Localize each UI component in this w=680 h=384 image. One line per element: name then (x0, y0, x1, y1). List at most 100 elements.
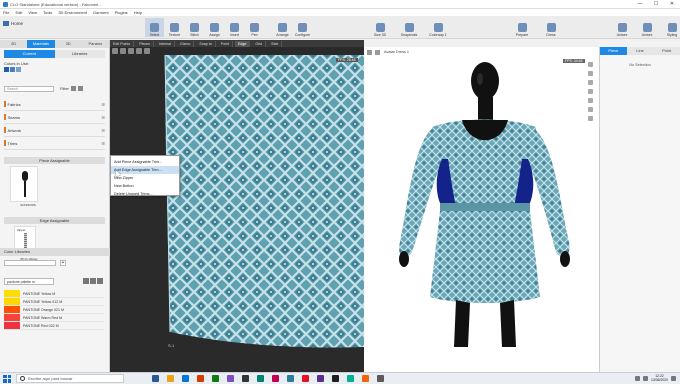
tab-piece[interactable]: Piece (600, 47, 627, 55)
menu-plugins[interactable]: Plugins (115, 10, 128, 15)
side-button[interactable]: Side (268, 40, 283, 47)
stitch-tool[interactable]: Stitch (185, 18, 204, 37)
menu-item-new-zipper[interactable]: New Zipper (111, 174, 179, 182)
view-tool-icon[interactable] (588, 89, 593, 94)
2d-pattern-window[interactable]: S-1 (110, 47, 364, 372)
tab-current[interactable]: Current (4, 50, 55, 58)
pattern-canvas[interactable]: S-1 (110, 47, 364, 372)
pattern-icon[interactable] (112, 48, 118, 54)
section-artwork[interactable]: Artwork ☰ (4, 124, 105, 137)
taskbar-app-icon[interactable] (287, 375, 294, 382)
grid-view-icon[interactable] (77, 86, 83, 91)
view-tool-icon[interactable] (588, 107, 593, 112)
tab-2d[interactable]: 2D (0, 40, 27, 48)
taskbar-search[interactable]: Escribe aquí para buscar (16, 374, 124, 383)
3d-garment-window[interactable] (364, 47, 599, 372)
menu-garment[interactable]: Garment (93, 10, 109, 15)
menu-item-delete-unused-trims[interactable]: Delete Unused Trims... (111, 190, 179, 198)
color-swatch[interactable] (10, 67, 15, 72)
avatar-canvas[interactable] (364, 47, 599, 372)
taskbar-app-icon[interactable] (347, 375, 354, 382)
list-item[interactable]: PANTONE Red 032 M (4, 322, 104, 330)
menu-tools[interactable]: Tools (43, 10, 52, 15)
list-view-icon[interactable] (70, 86, 76, 91)
pattern-piece[interactable] (165, 55, 364, 348)
point-button[interactable]: Point (218, 40, 233, 47)
notifications-icon[interactable] (671, 375, 676, 381)
pieces-button[interactable]: Pieces (136, 40, 154, 47)
color-library-dropdown[interactable] (4, 260, 56, 266)
taskbar-app-icon[interactable] (332, 375, 339, 382)
clock[interactable]: 12:22 13/06/2020 (651, 374, 668, 382)
view-tool-icon[interactable] (588, 98, 593, 103)
tab-params[interactable]: Params (82, 40, 109, 48)
pattern-icon[interactable] (144, 48, 150, 54)
snapshots-tool[interactable]: Snapshots (395, 18, 423, 37)
grid-view-icon[interactable] (97, 278, 103, 284)
avatar-name[interactable]: Avatar Dress 1 (384, 50, 409, 54)
list-item[interactable]: PANTONE Yellow 012 M (4, 298, 104, 306)
windows-start-icon[interactable] (3, 374, 11, 383)
taskbar-app-icon[interactable] (167, 375, 174, 382)
section-seams[interactable]: Seams ☰ (4, 111, 105, 124)
add-library-button[interactable]: + (60, 260, 66, 266)
gizmo-button[interactable]: Gizmo (177, 40, 195, 47)
arrange-tool[interactable]: Arrange (273, 18, 292, 37)
internal-button[interactable]: Internal (156, 40, 175, 47)
menu-help[interactable]: Help (134, 10, 142, 15)
view-tool-icon[interactable] (588, 71, 593, 76)
search-icon[interactable] (83, 278, 89, 284)
taskbar-app-icon[interactable] (317, 375, 324, 382)
minimize-button[interactable]: — (632, 0, 648, 9)
tab-libraries[interactable]: Libraries (55, 50, 106, 58)
section-fabrics[interactable]: Fabrics ☰ (4, 98, 105, 111)
edge-button[interactable]: Edge (234, 40, 251, 47)
taskbar-app-icon[interactable] (377, 375, 384, 382)
view-icon[interactable] (375, 49, 380, 55)
taskbar-app-icon[interactable] (242, 375, 249, 382)
list-item[interactable]: PANTONE Warm Red M (4, 314, 104, 322)
unisex-tool-2[interactable]: Unisex (635, 18, 659, 37)
colorway-selector[interactable]: Colorway 1 (424, 18, 452, 37)
texture-tool[interactable]: Texture (165, 18, 184, 37)
taskbar-app-icon[interactable] (257, 375, 264, 382)
taskbar-app-icon[interactable] (182, 375, 189, 382)
grid-button[interactable]: Grid (252, 40, 267, 47)
color-swatch[interactable] (16, 67, 21, 72)
prepare-tool[interactable]: Prepare (508, 18, 536, 37)
taskbar-app-icon[interactable] (197, 375, 204, 382)
styling-tool[interactable]: Styling (660, 18, 680, 37)
menu-edit[interactable]: Edit (15, 10, 22, 15)
unisex-tool-1[interactable]: Unisex (610, 18, 634, 37)
pattern-icon[interactable] (120, 48, 126, 54)
menu-3d-environment[interactable]: 3D Environment (58, 10, 87, 15)
menu-icon[interactable] (367, 49, 372, 55)
select-tool[interactable]: Select (145, 18, 164, 37)
list-item[interactable]: PANTONE Orange 021 M (4, 306, 104, 314)
tab-line[interactable]: Line (626, 47, 654, 55)
material-search-input[interactable]: Search (4, 85, 54, 92)
list-icon[interactable]: ☰ (101, 115, 105, 120)
list-icon[interactable]: ☰ (101, 141, 105, 146)
pattern-icon[interactable] (128, 48, 134, 54)
taskbar-app-icon[interactable] (272, 375, 279, 382)
edit-points-button[interactable]: Edit Points (110, 40, 135, 47)
pantone-palette-select[interactable]: pantone palette m (4, 278, 54, 285)
pen-tool[interactable]: Pen (245, 18, 264, 37)
list-icon[interactable]: ☰ (101, 128, 105, 133)
color-swatch[interactable] (4, 67, 9, 72)
view-tool-icon[interactable] (588, 116, 593, 121)
tab-3d[interactable]: 3D (55, 40, 82, 48)
filter-dropdown[interactable]: Filter (60, 86, 69, 91)
network-icon[interactable] (635, 375, 641, 381)
pattern-icon[interactable] (136, 48, 142, 54)
menu-item-new-button[interactable]: New Button (111, 182, 179, 190)
list-view-icon[interactable] (90, 278, 96, 284)
taskbar-app-icon[interactable] (227, 375, 234, 382)
menu-item-add-edge-trim[interactable]: Add Edge Assignable Trim... (111, 166, 179, 174)
taskbar-app-icon[interactable] (152, 375, 159, 382)
piece-trim-card[interactable]: SCISSORS (10, 166, 46, 207)
volume-icon[interactable] (643, 375, 649, 381)
maximize-button[interactable]: ☐ (648, 0, 664, 9)
list-item[interactable]: PANTONE Yellow M (4, 290, 104, 298)
